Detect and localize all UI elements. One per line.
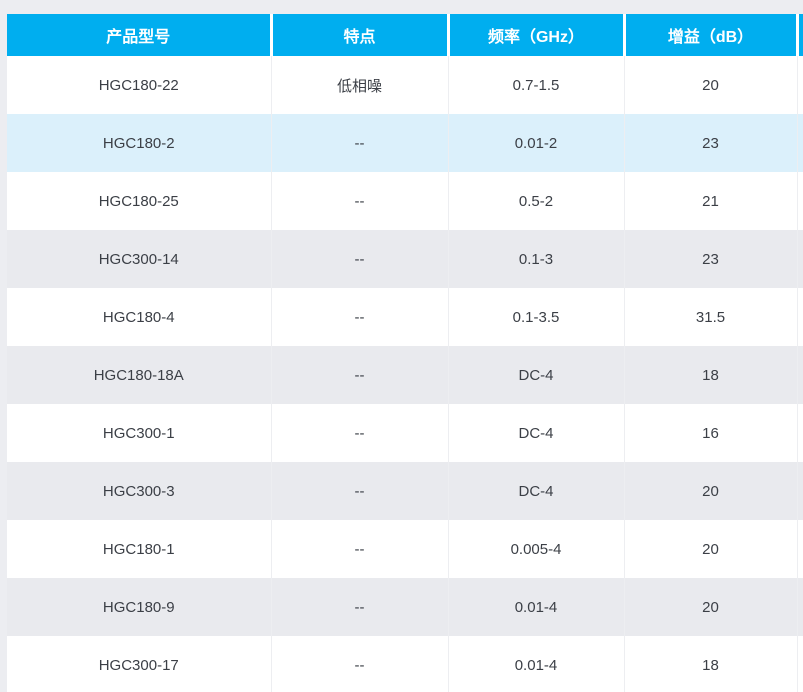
table-row[interactable]: HGC300-14 -- 0.1-3 23 [7, 230, 803, 288]
cell-freq_ghz: 0.01-2 [448, 114, 625, 172]
cell-partial [797, 230, 803, 288]
cell-feature: -- [271, 578, 449, 636]
table-row[interactable]: HGC180-22 低相噪 0.7-1.5 20 [7, 56, 803, 114]
cell-model: HGC180-18A [7, 346, 272, 404]
cell-gain_db: 20 [624, 56, 798, 114]
cell-gain_db: 23 [624, 114, 798, 172]
cell-feature: -- [271, 404, 449, 462]
cell-feature: -- [271, 346, 449, 404]
cell-partial [797, 520, 803, 578]
cell-model: HGC180-2 [7, 114, 272, 172]
col-header-gain_db: 增益（dB） [624, 14, 799, 56]
col-header-partial [797, 14, 803, 56]
cell-feature: 低相噪 [271, 56, 449, 114]
cell-feature: -- [271, 288, 449, 346]
cell-gain_db: 18 [624, 636, 798, 692]
cell-partial [797, 636, 803, 692]
header-row: 产品型号 特点 频率（GHz） 增益（dB） [7, 14, 803, 56]
cell-partial [797, 578, 803, 636]
cell-partial [797, 288, 803, 346]
cell-freq_ghz: 0.5-2 [448, 172, 625, 230]
cell-partial [797, 114, 803, 172]
table-row[interactable]: HGC300-1 -- DC-4 16 [7, 404, 803, 462]
cell-gain_db: 21 [624, 172, 798, 230]
cell-gain_db: 18 [624, 346, 798, 404]
table-row[interactable]: HGC180-18A -- DC-4 18 [7, 346, 803, 404]
table-viewport: 产品型号 特点 频率（GHz） 增益（dB） HGC180-22 低相噪 0.7-1.5 2… [7, 14, 803, 692]
cell-freq_ghz: DC-4 [448, 346, 625, 404]
col-header-freq_ghz: 频率（GHz） [448, 14, 626, 56]
table-row[interactable]: HGC180-1 -- 0.005-4 20 [7, 520, 803, 578]
cell-freq_ghz: 0.005-4 [448, 520, 625, 578]
cell-feature: -- [271, 462, 449, 520]
col-header-model: 产品型号 [7, 14, 273, 56]
cell-model: HGC180-4 [7, 288, 272, 346]
cell-feature: -- [271, 172, 449, 230]
cell-freq_ghz: DC-4 [448, 404, 625, 462]
product-table: 产品型号 特点 频率（GHz） 增益（dB） HGC180-22 低相噪 0.7-1.5 2… [7, 14, 803, 692]
col-header-feature: 特点 [271, 14, 450, 56]
table-row[interactable]: HGC180-25 -- 0.5-2 21 [7, 172, 803, 230]
table-body: HGC180-22 低相噪 0.7-1.5 20 HGC180-2 -- 0.01-2 23 H… [7, 56, 803, 692]
table-row[interactable]: HGC300-17 -- 0.01-4 18 [7, 636, 803, 692]
cell-freq_ghz: 0.1-3.5 [448, 288, 625, 346]
cell-gain_db: 20 [624, 578, 798, 636]
cell-partial [797, 172, 803, 230]
cell-freq_ghz: 0.01-4 [448, 578, 625, 636]
cell-gain_db: 23 [624, 230, 798, 288]
cell-model: HGC300-1 [7, 404, 272, 462]
cell-model: HGC180-22 [7, 56, 272, 114]
cell-feature: -- [271, 636, 449, 692]
cell-gain_db: 31.5 [624, 288, 798, 346]
table-row[interactable]: HGC180-4 -- 0.1-3.5 31.5 [7, 288, 803, 346]
cell-freq_ghz: 0.1-3 [448, 230, 625, 288]
cell-model: HGC180-1 [7, 520, 272, 578]
cell-freq_ghz: DC-4 [448, 462, 625, 520]
table-row[interactable]: HGC300-3 -- DC-4 20 [7, 462, 803, 520]
cell-freq_ghz: 0.01-4 [448, 636, 625, 692]
cell-feature: -- [271, 230, 449, 288]
cell-gain_db: 20 [624, 520, 798, 578]
cell-feature: -- [271, 114, 449, 172]
cell-feature: -- [271, 520, 449, 578]
cell-partial [797, 404, 803, 462]
cell-gain_db: 20 [624, 462, 798, 520]
cell-partial [797, 346, 803, 404]
table-row[interactable]: HGC180-9 -- 0.01-4 20 [7, 578, 803, 636]
cell-partial [797, 56, 803, 114]
table-row[interactable]: HGC180-2 -- 0.01-2 23 [7, 114, 803, 172]
cell-model: HGC300-17 [7, 636, 272, 692]
cell-model: HGC180-25 [7, 172, 272, 230]
cell-gain_db: 16 [624, 404, 798, 462]
cell-model: HGC300-3 [7, 462, 272, 520]
cell-partial [797, 462, 803, 520]
cell-freq_ghz: 0.7-1.5 [448, 56, 625, 114]
cell-model: HGC300-14 [7, 230, 272, 288]
cell-model: HGC180-9 [7, 578, 272, 636]
